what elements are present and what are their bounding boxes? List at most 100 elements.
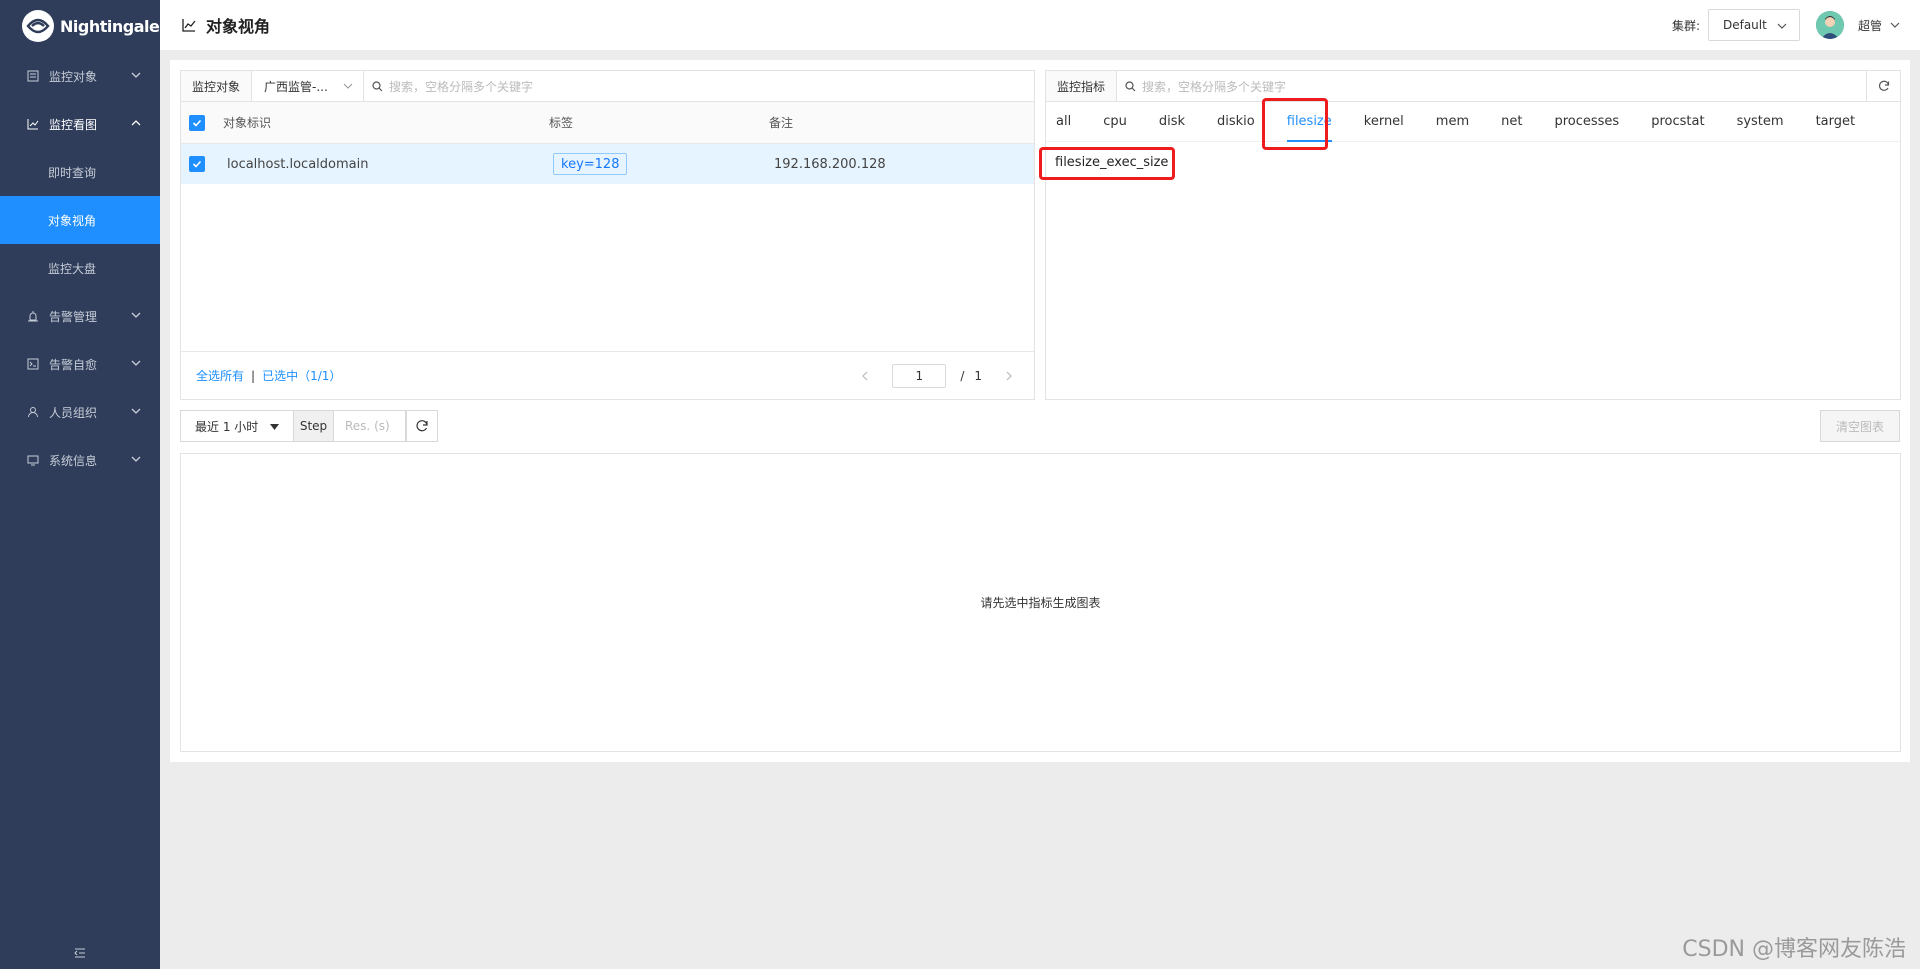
row-tag: key=128: [553, 153, 628, 175]
cluster-label: 集群:: [1671, 18, 1700, 33]
resolution-input[interactable]: Res. (s): [334, 410, 406, 442]
time-range-dropdown[interactable]: 最近 1 小时: [180, 410, 294, 442]
sidebar-subitem-dashboard[interactable]: 监控大盘: [0, 244, 160, 292]
chevron-down-icon: [1890, 22, 1900, 28]
metrics-toolbar: 监控指标 搜索，空格分隔多个关键字: [1046, 71, 1900, 102]
sidebar-item-alarm-management[interactable]: 告警管理: [0, 292, 160, 340]
sidebar-item-monitor-view[interactable]: 监控看图: [0, 100, 160, 148]
refresh-icon: [416, 420, 428, 432]
table-row[interactable]: localhost.localdomain key=128 192.168.20…: [181, 144, 1034, 184]
refresh-icon: [1878, 80, 1889, 91]
tab-procstat[interactable]: procstat: [1651, 102, 1704, 142]
list-icon: [26, 69, 40, 83]
page-total: 1: [974, 369, 982, 383]
terminal-icon: [26, 357, 40, 371]
sidebar: Nightingale 监控对象 监控看图 即时查询 对象视角 监控大盘 告警管…: [0, 0, 160, 969]
sidebar-item-label: 监控对象: [49, 69, 98, 84]
tab-kernel[interactable]: kernel: [1364, 102, 1404, 142]
tab-mem[interactable]: mem: [1436, 102, 1469, 142]
page-title-text: 对象视角: [206, 17, 271, 36]
metrics-search-input[interactable]: 搜索，空格分隔多个关键字: [1117, 71, 1900, 101]
cluster-select[interactable]: Default: [1707, 9, 1800, 41]
tab-net[interactable]: net: [1501, 102, 1522, 142]
watermark: CSDN @博客网友陈浩: [1682, 937, 1906, 962]
chevron-up-icon: [131, 120, 141, 126]
row-checkbox[interactable]: [189, 156, 205, 172]
sidebar-item-label: 监控看图: [49, 117, 98, 132]
table-header: 对象标识 标签 备注: [181, 102, 1034, 144]
page-title: 对象视角: [182, 13, 270, 37]
chart-refresh-button[interactable]: [406, 410, 438, 442]
group-select-value: 广西监管-...: [264, 79, 328, 94]
pagination: 1 / 1: [860, 364, 1014, 388]
user-icon: [26, 405, 40, 419]
nightingale-logo-icon: [22, 10, 54, 42]
empty-chart-message: 请先选中指标生成图表: [980, 596, 1101, 610]
tab-diskio[interactable]: diskio: [1217, 102, 1255, 142]
chevron-down-icon: [131, 72, 141, 78]
sidebar-item-monitor-objects[interactable]: 监控对象: [0, 52, 160, 100]
sidebar-item-system-info[interactable]: 系统信息: [0, 436, 160, 484]
select-all-link[interactable]: 全选所有: [196, 367, 244, 384]
menu-fold-icon[interactable]: [72, 945, 88, 961]
chart-controls: 最近 1 小时 Step Res. (s): [180, 410, 438, 442]
user-menu[interactable]: 超管: [1858, 17, 1900, 34]
sidebar-item-people-org[interactable]: 人员组织: [0, 388, 160, 436]
metrics-addon-label: 监控指标: [1046, 71, 1118, 101]
sidebar-subitem-object-view[interactable]: 对象视角: [0, 196, 160, 244]
column-header-note: 备注: [769, 116, 794, 130]
metrics-search-placeholder: 搜索，空格分隔多个关键字: [1142, 79, 1287, 94]
chevron-down-icon: [131, 408, 141, 414]
select-all-checkbox[interactable]: [189, 115, 205, 131]
column-header-ident: 对象标识: [223, 116, 272, 130]
sidebar-subitem-instant-query[interactable]: 即时查询: [0, 148, 160, 196]
chevron-right-icon[interactable]: [1004, 371, 1014, 381]
tab-all[interactable]: all: [1056, 102, 1071, 142]
chevron-down-icon: [1777, 23, 1787, 29]
caret-down-icon: [270, 424, 279, 430]
sidebar-item-alarm-self-healing[interactable]: 告警自愈: [0, 340, 160, 388]
row-note: 192.168.200.128: [774, 156, 886, 172]
top-header: 对象视角 集群: Default 超管: [160, 0, 1920, 50]
tab-processes[interactable]: processes: [1554, 102, 1619, 142]
highlight-box-tab: [1262, 98, 1328, 150]
cluster-value: Default: [1722, 18, 1767, 32]
chevron-left-icon[interactable]: [860, 371, 870, 381]
search-icon: [372, 80, 383, 91]
tab-system[interactable]: system: [1737, 102, 1784, 142]
highlight-box-metric: [1039, 147, 1175, 180]
tab-disk[interactable]: disk: [1159, 102, 1185, 142]
header-right: 集群: Default 超管: [1672, 0, 1900, 50]
time-range-value: 最近 1 小时: [195, 419, 259, 434]
column-header-tags: 标签: [549, 116, 574, 130]
object-search-input[interactable]: 搜索，空格分隔多个关键字: [364, 71, 1034, 101]
monitor-icon: [26, 453, 40, 467]
metric-category-tabs: all cpu disk diskio filesize kernel mem …: [1046, 102, 1900, 142]
page-input[interactable]: 1: [892, 364, 947, 388]
alarm-icon: [26, 309, 40, 323]
object-footer: 全选所有 | 已选中（1/1） 1 / 1: [181, 351, 1034, 399]
chevron-down-icon: [343, 83, 353, 89]
logo[interactable]: Nightingale: [0, 0, 160, 52]
object-toolbar: 监控对象 广西监管-... 搜索，空格分隔多个关键字: [181, 71, 1034, 102]
metrics-refresh-button[interactable]: [1866, 71, 1900, 101]
logo-text: Nightingale: [60, 16, 160, 36]
chevron-down-icon: [131, 312, 141, 318]
metrics-panel: 监控指标 搜索，空格分隔多个关键字 all cpu disk diskio fi…: [1039, 70, 1901, 400]
avatar[interactable]: [1815, 11, 1844, 39]
object-addon-label: 监控对象: [181, 71, 253, 101]
clear-charts-button[interactable]: 清空图表: [1820, 410, 1900, 442]
tab-cpu[interactable]: cpu: [1103, 102, 1127, 142]
sidebar-item-label: 告警自愈: [49, 357, 98, 372]
main-content: 监控对象 广西监管-... 搜索，空格分隔多个关键字 对象标识 标签 备注 lo…: [170, 60, 1910, 762]
search-icon: [1125, 80, 1136, 91]
line-chart-icon: [182, 19, 196, 32]
object-search-placeholder: 搜索，空格分隔多个关键字: [389, 79, 534, 94]
selected-count-link[interactable]: 已选中（1/1）: [262, 367, 341, 384]
step-label: Step: [294, 410, 334, 442]
object-panel: 监控对象 广西监管-... 搜索，空格分隔多个关键字 对象标识 标签 备注 lo…: [180, 70, 1035, 400]
page-separator: /: [960, 369, 965, 383]
tab-target[interactable]: target: [1816, 102, 1856, 142]
footer-separator: |: [251, 368, 256, 383]
group-select[interactable]: 广西监管-...: [252, 71, 365, 101]
